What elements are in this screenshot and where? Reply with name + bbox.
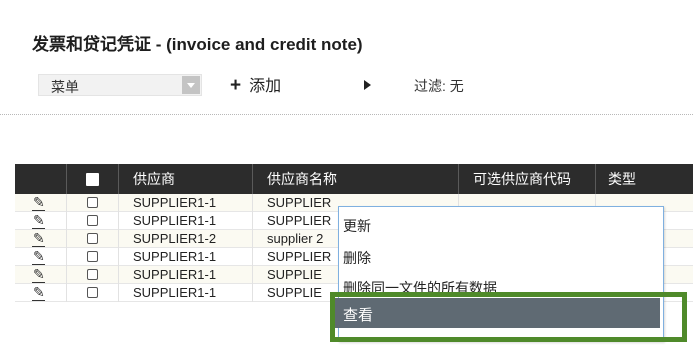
table-header: 供应商 供应商名称 可选供应商代码 类型	[15, 164, 693, 194]
context-menu-update[interactable]: 更新	[343, 216, 371, 236]
header-supplier[interactable]: 供应商	[119, 164, 253, 194]
toolbar-divider	[0, 114, 693, 115]
supplier-cell: SUPPLIER1-1	[119, 248, 253, 266]
supplier-cell: SUPPLIER1-1	[119, 212, 253, 230]
row-checkbox[interactable]	[87, 269, 98, 280]
header-type[interactable]: 类型	[596, 164, 693, 194]
supplier-cell: SUPPLIER1-1	[119, 284, 253, 302]
header-supplier-name[interactable]: 供应商名称	[253, 164, 459, 194]
row-checkbox[interactable]	[87, 197, 98, 208]
add-button-label: 添加	[249, 78, 282, 95]
row-checkbox[interactable]	[87, 215, 98, 226]
supplier-cell: SUPPLIER1-2	[119, 230, 253, 248]
header-select-column	[67, 164, 119, 194]
row-checkbox[interactable]	[87, 287, 98, 298]
supplier-cell: SUPPLIER1-1	[119, 266, 253, 284]
select-all-checkbox[interactable]	[86, 173, 99, 186]
play-icon[interactable]	[364, 80, 371, 90]
row-checkbox[interactable]	[87, 251, 98, 262]
dropdown-arrow-icon[interactable]	[182, 76, 200, 94]
context-menu-delete[interactable]: 删除	[343, 248, 371, 268]
menu-dropdown[interactable]: 菜单	[38, 74, 202, 96]
menu-dropdown-label: 菜单	[51, 79, 79, 95]
filter-status: 过滤: 无	[414, 78, 464, 94]
add-button[interactable]: + 添加	[230, 72, 281, 97]
highlight-box	[330, 292, 687, 342]
pencil-icon[interactable]: ✎	[32, 285, 45, 301]
header-alt-supplier-code[interactable]: 可选供应商代码	[459, 164, 596, 194]
pencil-icon[interactable]: ✎	[32, 267, 45, 283]
pencil-icon[interactable]: ✎	[32, 249, 45, 265]
supplier-cell: SUPPLIER1-1	[119, 194, 253, 212]
pencil-icon[interactable]: ✎	[32, 231, 45, 247]
header-edit-column	[15, 164, 67, 194]
plus-icon: +	[230, 75, 242, 96]
pencil-icon[interactable]: ✎	[32, 195, 45, 211]
pencil-icon[interactable]: ✎	[32, 213, 45, 229]
page-title: 发票和贷记凭证 - (invoice and credit note)	[32, 35, 363, 54]
row-checkbox[interactable]	[87, 233, 98, 244]
